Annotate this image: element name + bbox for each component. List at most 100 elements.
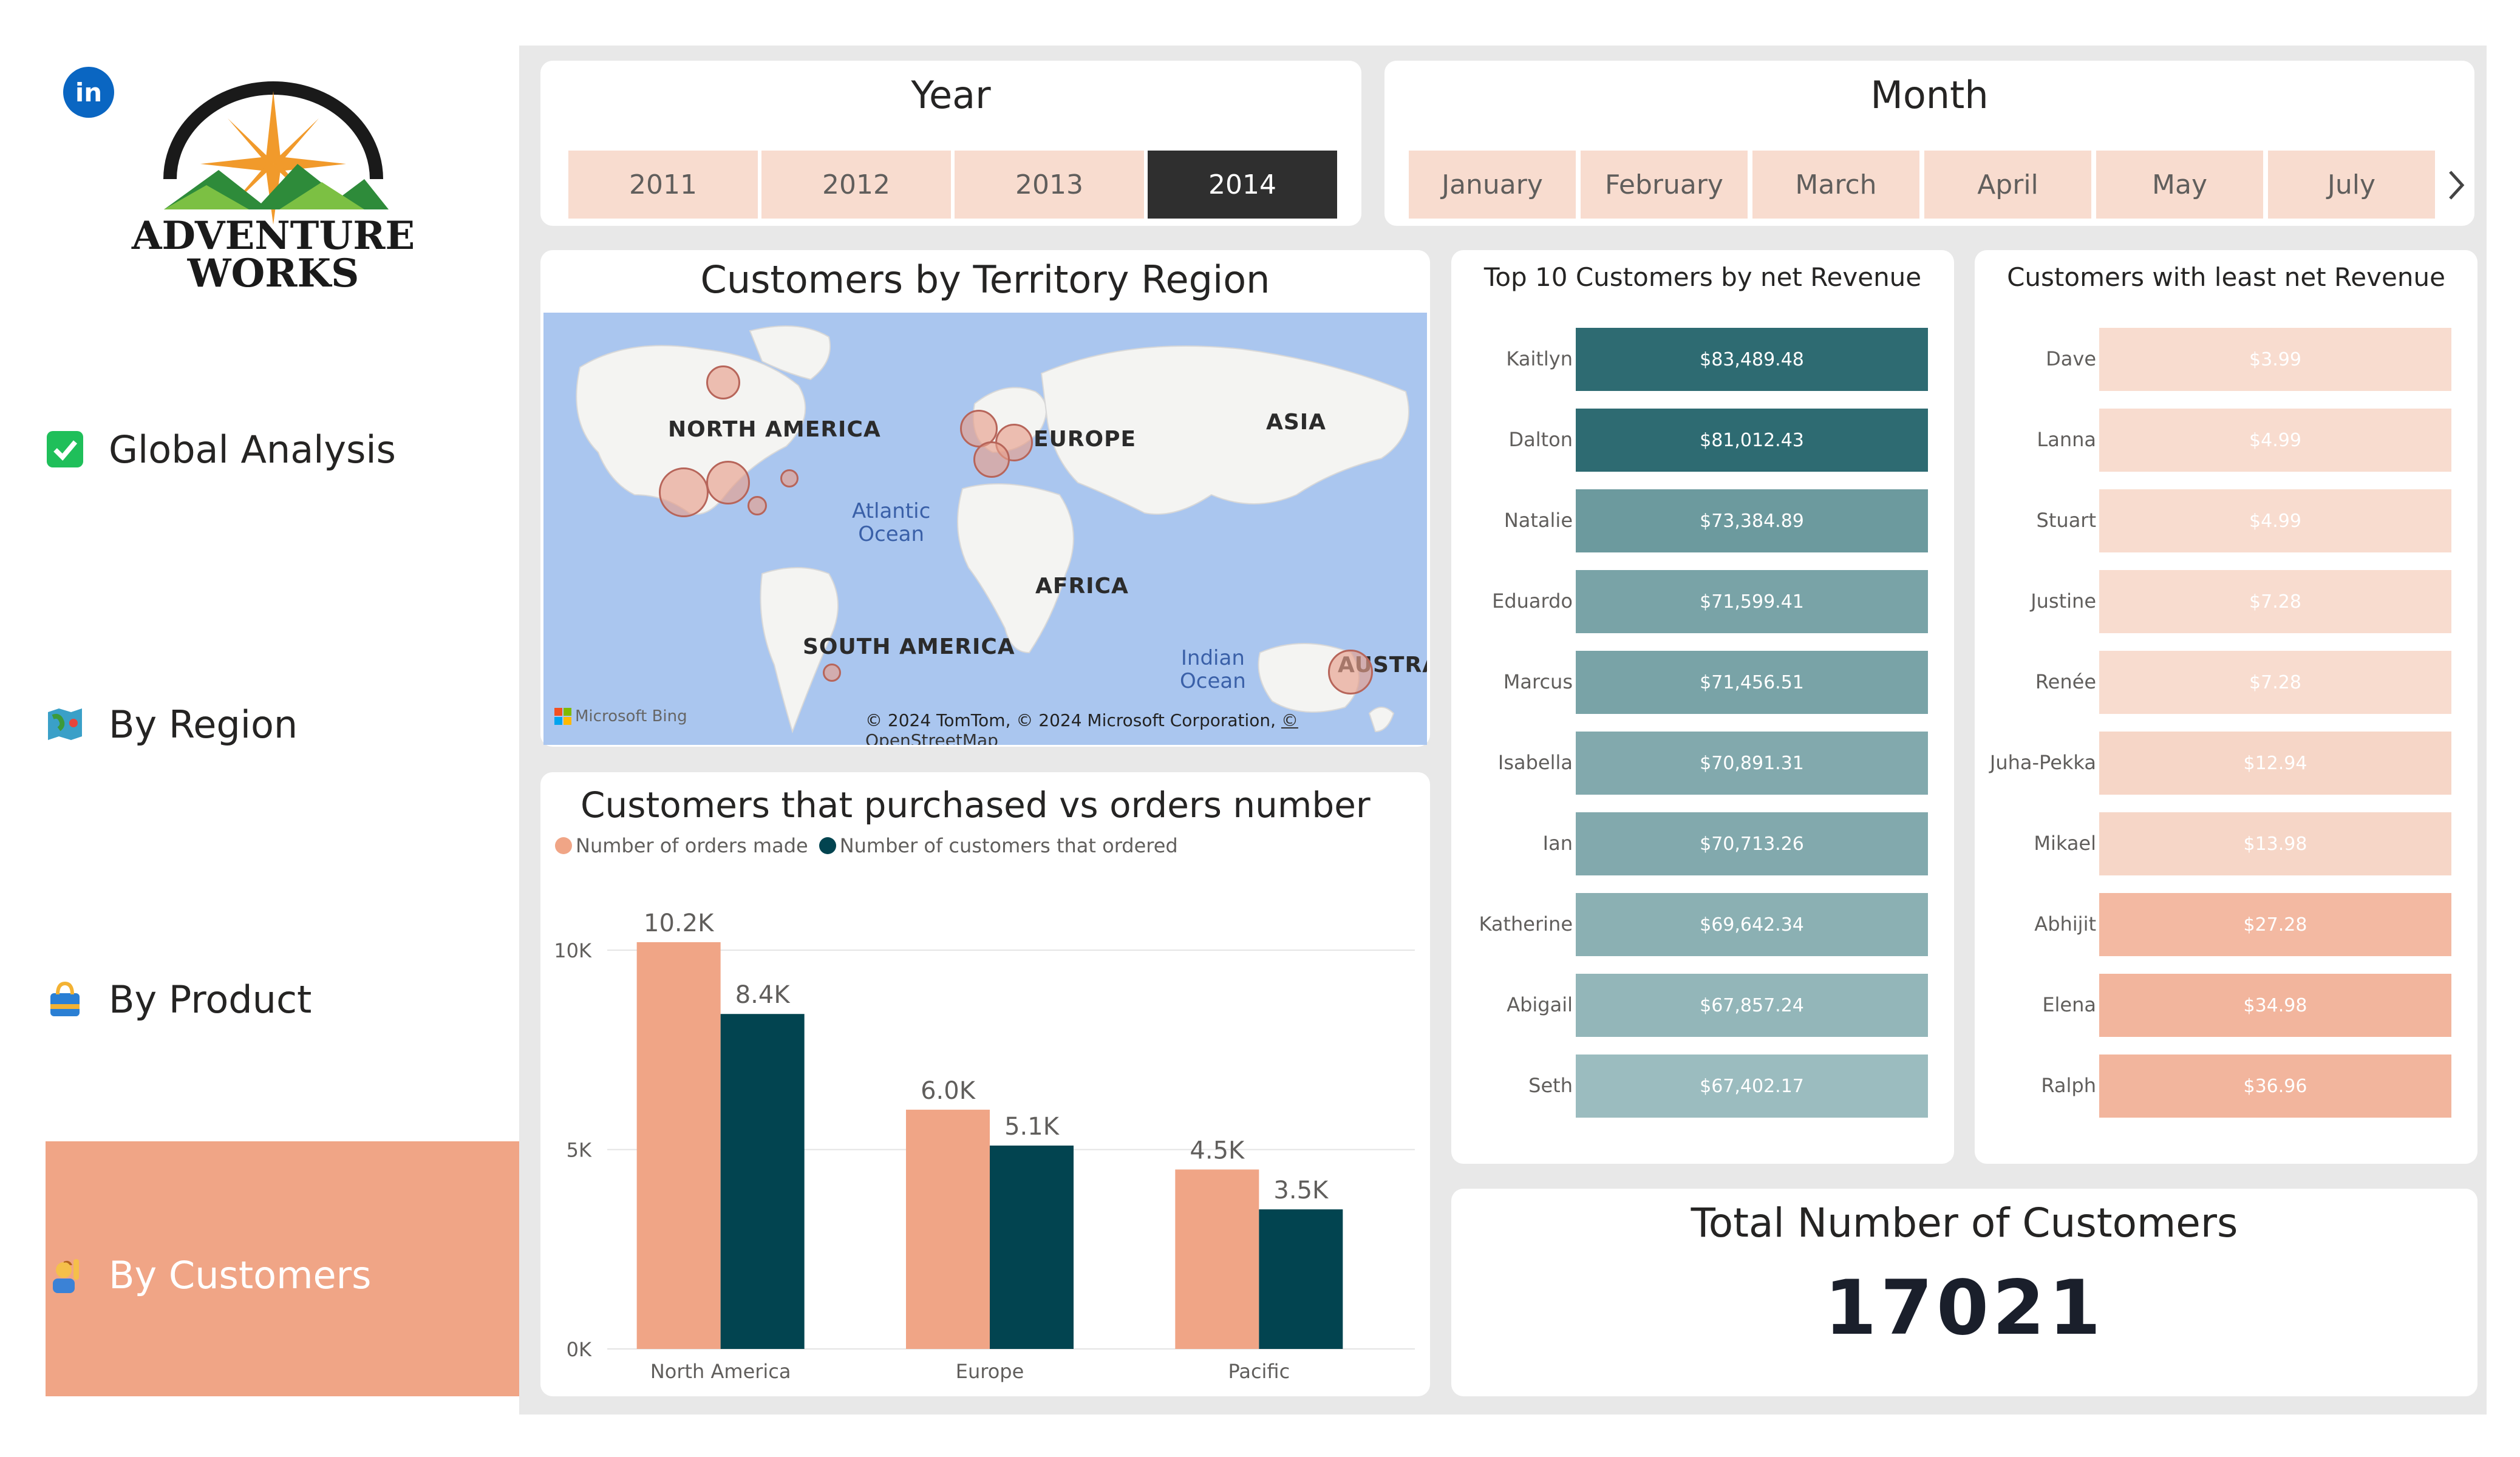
revenue-bar[interactable]: $12.94 [2099,732,2451,795]
month-option-january[interactable]: January [1409,151,1576,219]
month-option-july[interactable]: July [2268,151,2435,219]
year-option-2012[interactable]: 2012 [761,151,951,219]
bar-chart-svg: 0K 5K 10K 10.2K 8.4K North America 6.0K 5.1K Eur… [554,909,1415,1383]
x-category-label: Pacific [1228,1360,1290,1383]
customer-name: Elena [2042,993,2096,1016]
year-option-2013[interactable]: 2013 [955,151,1144,219]
customer-name: Ian [1542,832,1573,855]
revenue-bar[interactable]: $36.96 [2099,1055,2451,1118]
revenue-bar[interactable]: $73,384.89 [1576,489,1928,552]
revenue-bar[interactable]: $4.99 [2099,409,2451,472]
map-icon [46,705,84,744]
revenue-bar[interactable]: $13.98 [2099,812,2451,875]
nav-global-analysis[interactable]: Global Analysis [46,413,519,486]
nav-label: Global Analysis [109,427,396,472]
data-label: 5.1K [1004,1113,1060,1141]
nav-label: By Customers [109,1252,372,1297]
y-tick-label: 0K [567,1338,592,1361]
map-bubble[interactable] [973,441,1010,478]
total-customers-title: Total Number of Customers [1691,1200,2238,1246]
customer-name: Dalton [1508,428,1573,451]
data-label: 3.5K [1273,1177,1329,1204]
x-category-label: Europe [956,1360,1024,1383]
map-bubble[interactable] [823,664,841,682]
map-label-asia: ASIA [1266,410,1327,435]
customer-name: Kaitlyn [1506,347,1573,370]
map-label-europe: EUROPE [1034,427,1137,452]
map-label-north-america: NORTH AMERICA [668,417,881,442]
revenue-bar[interactable]: $7.28 [2099,651,2451,714]
month-slicer-title: Month [1870,73,1989,117]
customer-name: Seth [1528,1074,1573,1097]
customer-name: Eduardo [1492,589,1573,613]
revenue-bar[interactable]: $34.98 [2099,974,2451,1037]
revenue-bar[interactable]: $70,891.31 [1576,732,1928,795]
map-bubble[interactable] [747,496,767,515]
map-copyright: © 2024 TomTom, © 2024 Microsoft Corporat… [865,710,1427,745]
microsoft-logo-icon [554,708,571,725]
revenue-bar[interactable]: $81,012.43 [1576,409,1928,472]
nav-by-product[interactable]: By Product [46,963,519,1036]
map-label-africa: AFRICA [1035,574,1129,599]
bar-customers[interactable] [990,1146,1074,1349]
territory-map[interactable]: NORTH AMERICA EUROPE ASIA AFRICA SOUTH A… [543,313,1427,745]
chevron-right-icon[interactable] [2444,167,2468,203]
data-label: 6.0K [921,1077,976,1105]
least-customers-card: Customers with least net Revenue Dave $3.… [1975,250,2477,1164]
revenue-bar[interactable]: $70,713.26 [1576,812,1928,875]
revenue-bar[interactable]: $3.99 [2099,328,2451,391]
revenue-bar[interactable]: $67,402.17 [1576,1055,1928,1118]
bar-orders[interactable] [906,1109,990,1349]
map-bubble[interactable] [706,461,750,504]
nav-by-customers[interactable]: By Customers [46,1238,519,1311]
shopping-bag-icon [46,980,84,1019]
revenue-bar[interactable]: $4.99 [2099,489,2451,552]
month-option-april[interactable]: April [1924,151,2091,219]
bar-customers[interactable] [1259,1209,1343,1349]
year-slicer: Year 2011 2012 2013 2014 [540,61,1361,226]
customer-name: Abigail [1507,993,1573,1016]
map-bubble[interactable] [659,467,709,517]
revenue-bar[interactable]: $83,489.48 [1576,328,1928,391]
revenue-bar[interactable]: $69,642.34 [1576,893,1928,956]
map-card-title: Customers by Territory Region [700,257,1270,302]
person-raising-hand-icon [46,1255,84,1294]
nav-label: By Region [109,702,298,747]
month-option-may[interactable]: May [2096,151,2263,219]
bar-orders[interactable] [636,942,721,1349]
revenue-bar[interactable]: $7.28 [2099,570,2451,633]
customer-name: Isabella [1497,751,1573,774]
top-customers-title: Top 10 Customers by net Revenue [1483,262,1922,292]
nav-label: By Product [109,977,312,1022]
year-option-2011[interactable]: 2011 [568,151,758,219]
month-slicer: Month January February March April May J… [1384,61,2474,226]
linkedin-icon[interactable]: in [63,67,114,118]
map-bubble[interactable] [1328,650,1373,695]
y-tick-label: 5K [567,1139,592,1162]
map-label-south-america: SOUTH AMERICA [803,634,1015,659]
month-option-february[interactable]: February [1581,151,1748,219]
map-label-atlantic-ocean: Atlantic Ocean [852,499,931,546]
least-customers-title: Customers with least net Revenue [2007,262,2445,292]
data-label: 10.2K [644,909,715,937]
revenue-bar[interactable]: $67,857.24 [1576,974,1928,1037]
customer-name: Marcus [1503,670,1573,693]
orders-vs-customers-chart: Customers that purchased vs orders numbe… [540,772,1430,1396]
bar-orders[interactable] [1175,1169,1259,1349]
revenue-bar[interactable]: $71,599.41 [1576,570,1928,633]
total-customers-card: Total Number of Customers 17021 [1451,1189,2477,1396]
y-tick-label: 10K [554,939,592,962]
map-bubble[interactable] [780,469,799,487]
customer-name: Stuart [2036,509,2096,532]
map-bubble[interactable] [706,365,740,399]
revenue-bar[interactable]: $71,456.51 [1576,651,1928,714]
revenue-bar[interactable]: $27.28 [2099,893,2451,956]
checkmark-icon [46,430,84,469]
customer-name: Renée [2035,670,2096,693]
month-option-march[interactable]: March [1752,151,1919,219]
nav-by-region[interactable]: By Region [46,688,519,761]
bar-customers[interactable] [720,1014,805,1349]
data-label: 4.5K [1190,1136,1245,1164]
year-option-2014[interactable]: 2014 [1148,151,1337,219]
customer-name: Ralph [2041,1074,2096,1097]
